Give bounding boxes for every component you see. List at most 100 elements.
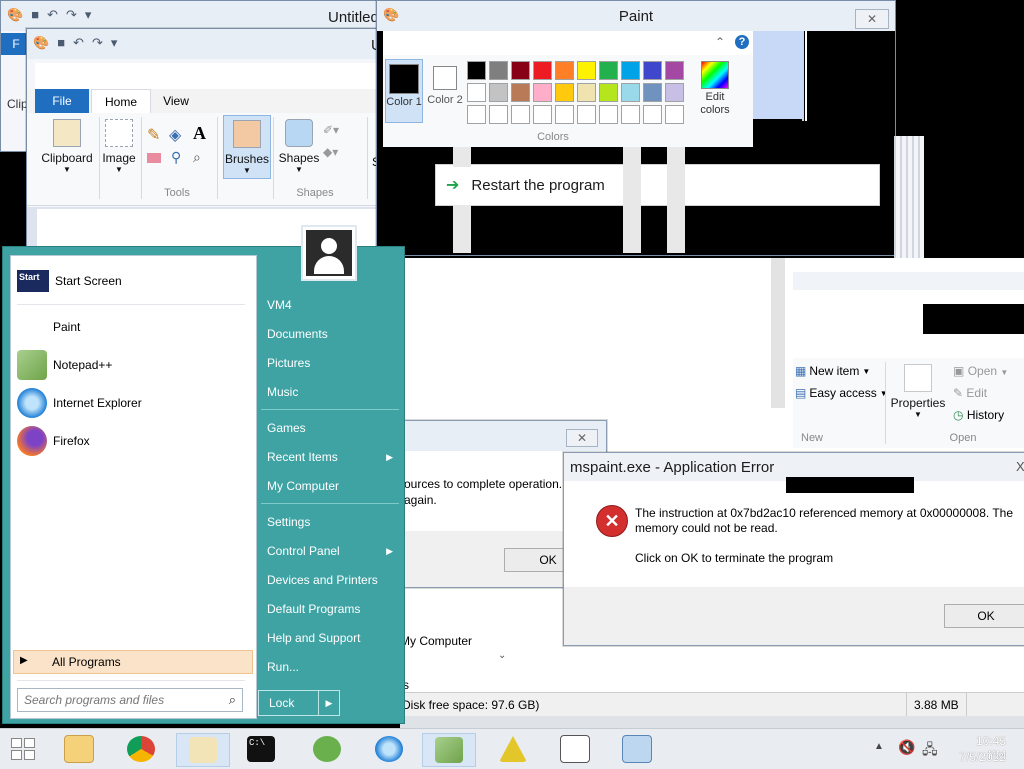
- taskbar-window[interactable]: [550, 733, 600, 765]
- start-item-help-support[interactable]: Help and Support: [267, 628, 399, 648]
- close-button[interactable]: ✕: [566, 429, 598, 447]
- chevron-down-icon[interactable]: ⌄: [498, 650, 506, 661]
- eraser-icon[interactable]: [147, 153, 161, 163]
- edit-colors-button[interactable]: Edit colors: [695, 61, 735, 117]
- all-programs-item[interactable]: ▶ All Programs: [13, 650, 253, 674]
- palette-color-swatch[interactable]: [489, 61, 508, 80]
- palette-color-swatch[interactable]: [665, 61, 684, 80]
- start-item-vm4[interactable]: VM4: [267, 295, 399, 315]
- volume-muted-icon[interactable]: 🔇: [898, 739, 915, 756]
- help-icon[interactable]: ?: [735, 35, 749, 49]
- palette-color-swatch[interactable]: [511, 83, 530, 102]
- start-item-devices-printers[interactable]: Devices and Printers: [267, 570, 399, 590]
- avatar[interactable]: [301, 225, 357, 281]
- undo-icon[interactable]: ↶: [73, 35, 84, 51]
- palette-color-swatch[interactable]: [511, 61, 530, 80]
- paint-item[interactable]: Paint: [17, 312, 249, 342]
- taskbar-notepadpp[interactable]: [422, 733, 476, 767]
- start-item-games[interactable]: Games: [267, 418, 399, 438]
- start-item-run[interactable]: Run...: [267, 657, 399, 677]
- clipboard-button[interactable]: Clipboard ▼: [37, 119, 97, 174]
- palette-color-swatch[interactable]: [599, 83, 618, 102]
- pencil-icon[interactable]: ✎: [147, 125, 160, 145]
- taskbar-cmd[interactable]: C:\: [236, 733, 286, 765]
- color2-button[interactable]: Color 2: [427, 59, 463, 121]
- taskbar-cygwin[interactable]: [302, 733, 352, 765]
- palette-color-swatch[interactable]: [555, 61, 574, 80]
- lock-button[interactable]: Lock: [259, 691, 318, 715]
- show-hidden-icons[interactable]: ▲: [874, 741, 884, 752]
- taskbar-remote[interactable]: [612, 733, 662, 765]
- palette-color-swatch[interactable]: [533, 83, 552, 102]
- start-item-recent-items[interactable]: Recent Items ▶: [267, 447, 399, 467]
- taskbar-action-center[interactable]: [488, 733, 538, 765]
- tab-view[interactable]: View: [153, 89, 199, 113]
- fill-shape-icon[interactable]: ◆▾: [323, 145, 338, 159]
- tab-home[interactable]: Home: [91, 89, 151, 114]
- edit-button[interactable]: ✎ Edit: [953, 386, 987, 400]
- search-input[interactable]: [22, 691, 214, 709]
- color-picker-icon[interactable]: ⚲: [171, 149, 181, 166]
- start-item-pictures[interactable]: Pictures: [267, 353, 399, 373]
- tab-file[interactable]: File: [35, 89, 89, 113]
- close-button[interactable]: X: [1016, 459, 1024, 474]
- start-item-music[interactable]: Music: [267, 382, 399, 402]
- qat-dropdown-icon[interactable]: ▾: [111, 35, 118, 51]
- fill-icon[interactable]: ◈: [169, 125, 181, 145]
- firefox-item[interactable]: Firefox: [17, 426, 249, 456]
- shapes-button[interactable]: Shapes ▼: [277, 119, 321, 174]
- collapse-ribbon-icon[interactable]: ⌃: [715, 35, 725, 49]
- start-item-control-panel[interactable]: Control Panel ▶: [267, 541, 399, 561]
- palette-color-swatch[interactable]: [577, 61, 596, 80]
- custom-color-slot[interactable]: [533, 105, 552, 124]
- taskbar-file-explorer[interactable]: [54, 733, 104, 765]
- palette-color-swatch[interactable]: [467, 61, 486, 80]
- save-icon[interactable]: ■: [57, 35, 65, 51]
- redo-icon[interactable]: ↷: [92, 35, 103, 51]
- custom-color-slot[interactable]: [621, 105, 640, 124]
- search-box[interactable]: ⌕: [17, 688, 243, 712]
- close-button[interactable]: ✕: [855, 9, 889, 29]
- custom-color-slot[interactable]: [555, 105, 574, 124]
- brushes-button[interactable]: Brushes ▼: [223, 115, 271, 179]
- palette-color-swatch[interactable]: [599, 61, 618, 80]
- restart-program-option[interactable]: ➔ Restart the program: [435, 164, 880, 206]
- taskbar-ie[interactable]: [364, 733, 414, 765]
- palette-color-swatch[interactable]: [489, 83, 508, 102]
- custom-color-slot[interactable]: [665, 105, 684, 124]
- clock-date[interactable]: 7/5/2022: [956, 750, 1006, 764]
- redo-icon[interactable]: ↷: [66, 7, 77, 23]
- history-button[interactable]: ◷ History: [953, 408, 1004, 422]
- scrollbar[interactable]: [771, 258, 785, 408]
- palette-color-swatch[interactable]: [621, 61, 640, 80]
- notepadpp-item[interactable]: Notepad++: [17, 350, 249, 380]
- start-item-documents[interactable]: Documents: [267, 324, 399, 344]
- custom-color-slot[interactable]: [511, 105, 530, 124]
- palette-color-swatch[interactable]: [621, 83, 640, 102]
- magnifier-icon[interactable]: ⌕: [193, 149, 201, 166]
- save-icon[interactable]: ■: [31, 7, 39, 23]
- palette-color-swatch[interactable]: [467, 83, 486, 102]
- network-icon[interactable]: 🖧: [922, 739, 938, 763]
- taskbar-paint[interactable]: [176, 733, 230, 767]
- my-computer-item[interactable]: My Computer: [400, 634, 472, 648]
- outline-icon[interactable]: ✐▾: [323, 123, 339, 137]
- image-button[interactable]: Image ▼: [101, 119, 137, 174]
- palette-color-swatch[interactable]: [665, 83, 684, 102]
- custom-color-slot[interactable]: [577, 105, 596, 124]
- start-item-settings[interactable]: Settings: [267, 512, 399, 532]
- text-tool-icon[interactable]: A: [193, 123, 206, 144]
- search-icon[interactable]: ⌕: [229, 692, 236, 708]
- palette-color-swatch[interactable]: [555, 83, 574, 102]
- custom-color-slot[interactable]: [489, 105, 508, 124]
- lock-options-button[interactable]: ▶: [318, 691, 339, 715]
- palette-color-swatch[interactable]: [533, 61, 552, 80]
- start-screen-item[interactable]: Start Start Screen: [17, 266, 249, 296]
- color1-button[interactable]: Color 1: [385, 59, 423, 123]
- custom-color-slot[interactable]: [599, 105, 618, 124]
- new-item-button[interactable]: ▦ New item ▼: [795, 364, 870, 378]
- open-button[interactable]: ▣ Open ▼: [953, 364, 1008, 378]
- palette-color-swatch[interactable]: [643, 83, 662, 102]
- custom-color-slot[interactable]: [643, 105, 662, 124]
- start-item-my-computer[interactable]: My Computer: [267, 476, 399, 496]
